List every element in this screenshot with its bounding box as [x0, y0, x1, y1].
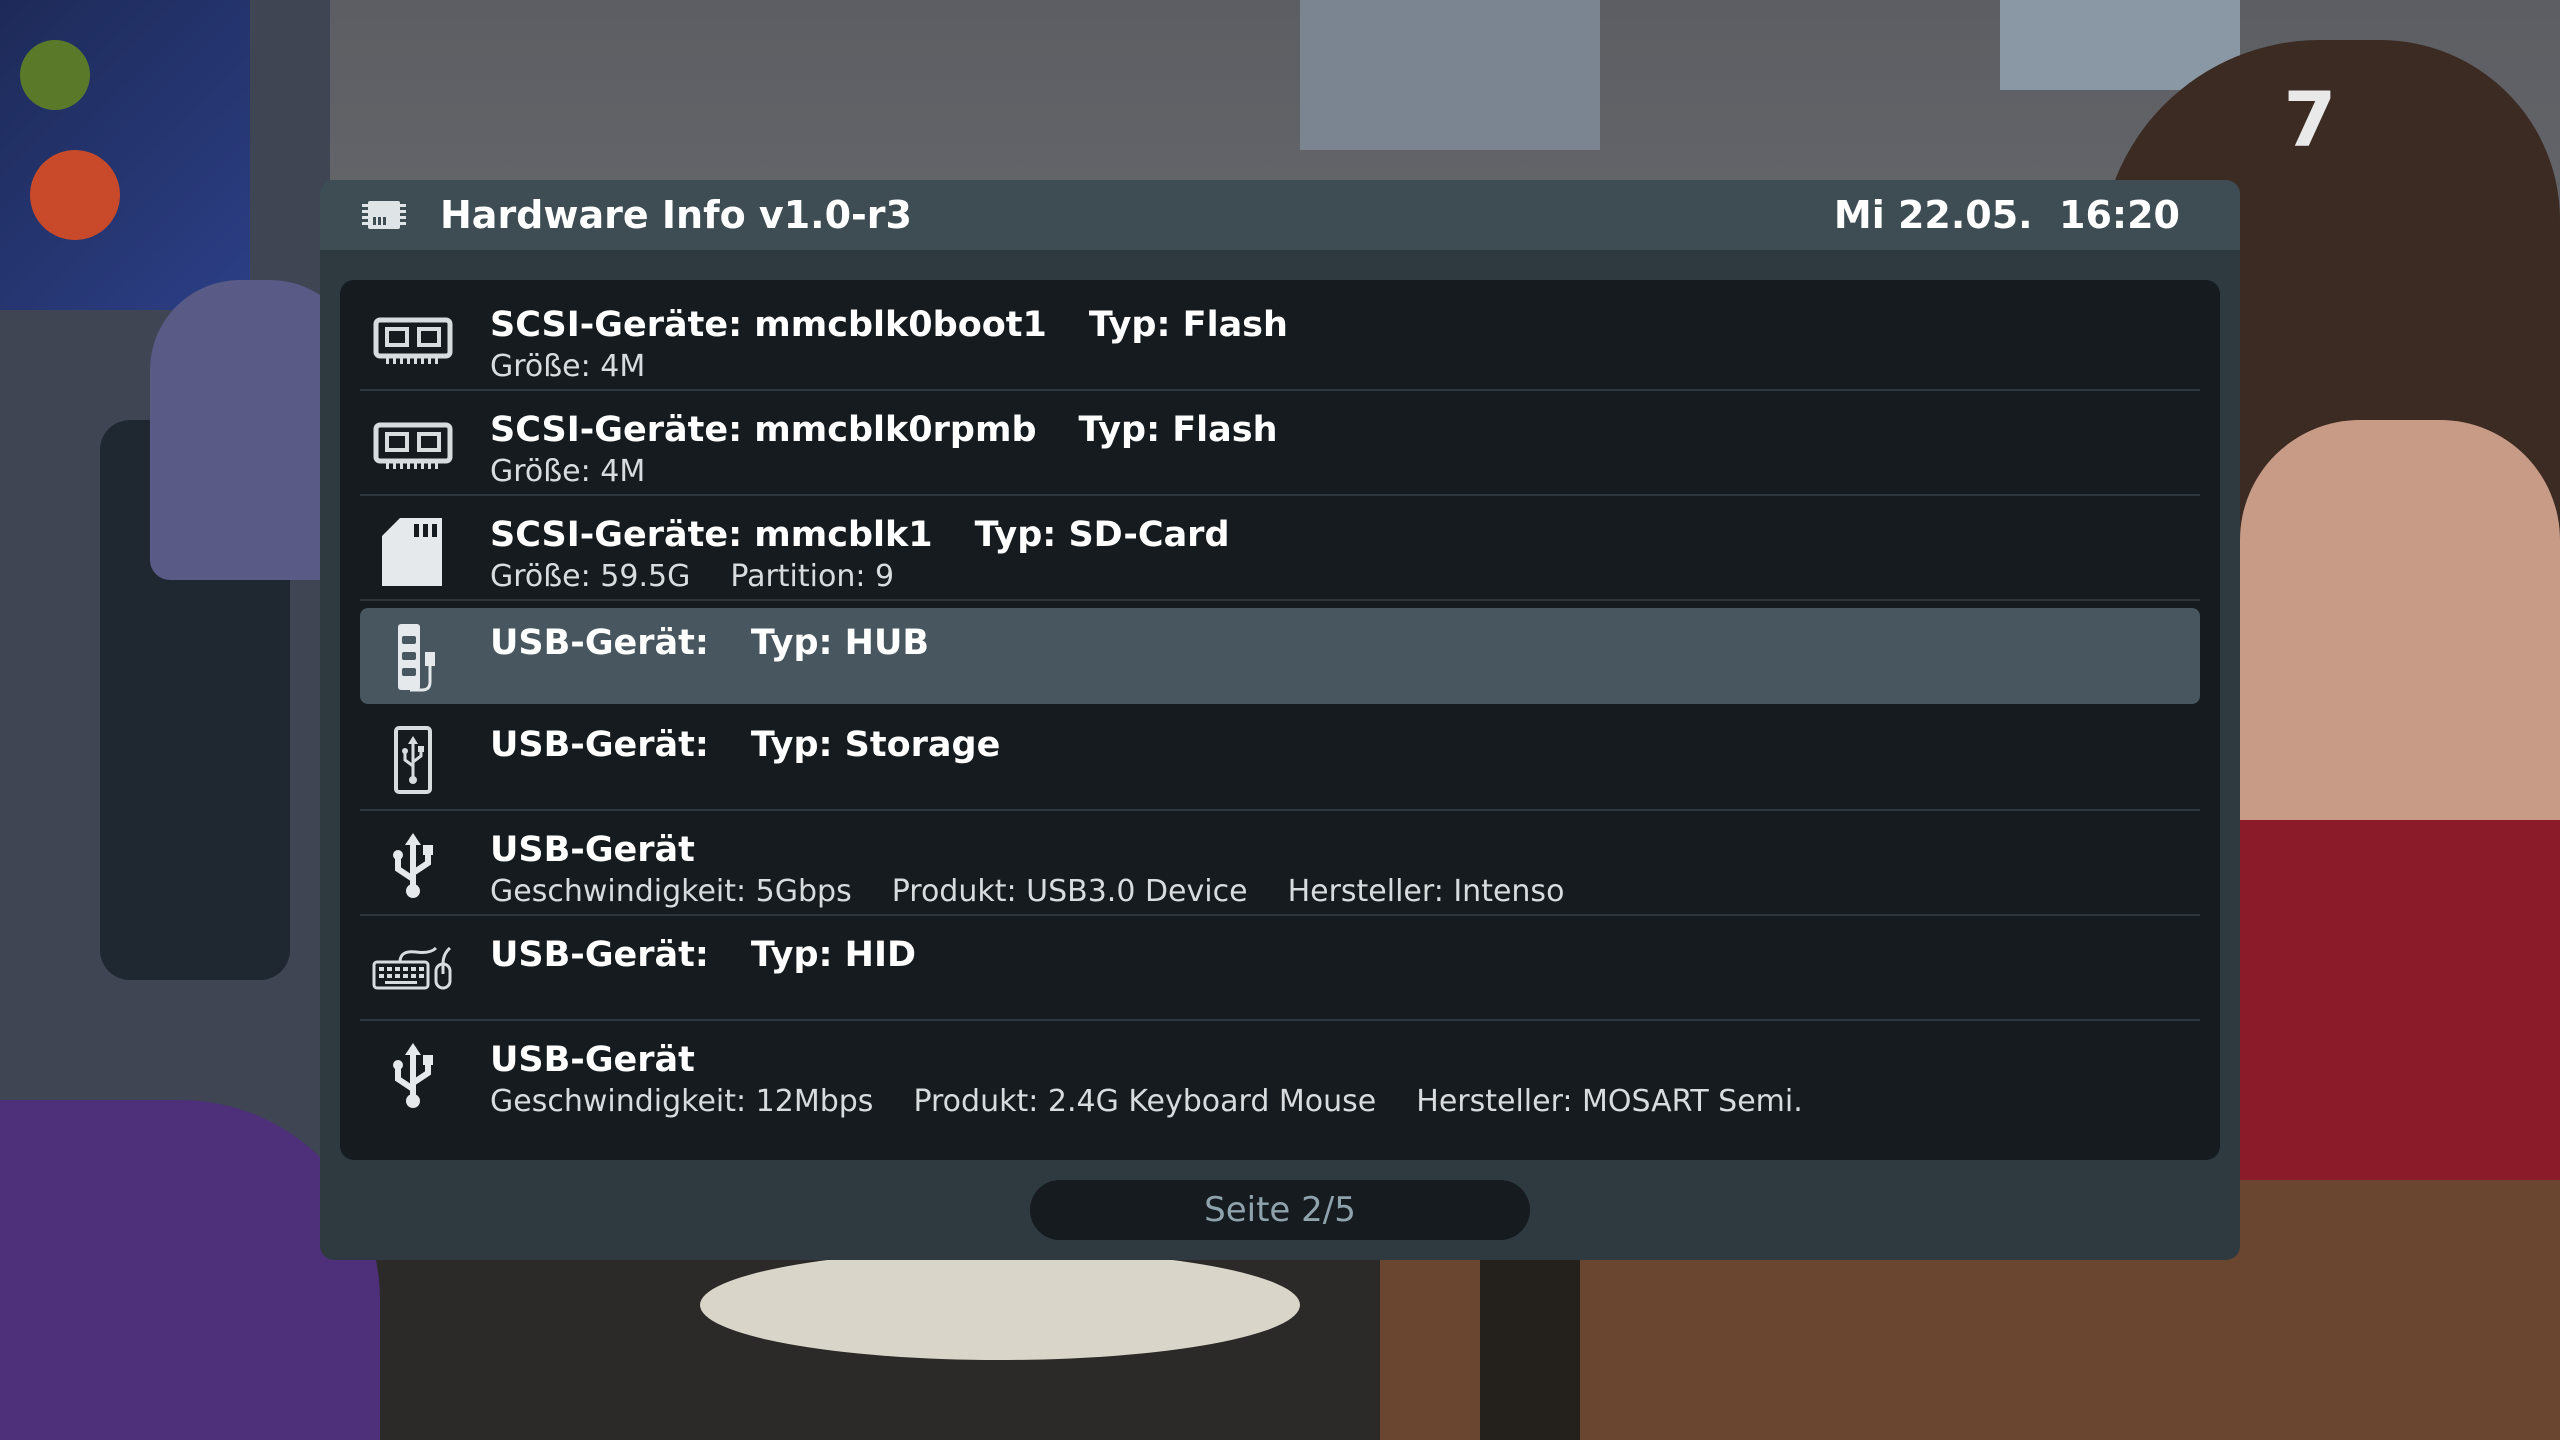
device-name: USB-Gerät: [490, 830, 695, 870]
usb-hub-icon: [370, 622, 456, 694]
usb-icon: [370, 1039, 456, 1111]
clock: Mi 22.05. 16:20: [1833, 193, 2180, 237]
hardware-info-window: Hardware Info v1.0-r3 Mi 22.05. 16:20 SC…: [320, 180, 2240, 1260]
device-list[interactable]: SCSI-Geräte: mmcblk0boot1 Typ: Flash Größ…: [340, 280, 2220, 1160]
device-name: USB-Gerät:: [490, 935, 709, 975]
device-type: Typ: HUB: [750, 623, 930, 663]
device-name: USB-Gerät: [490, 1040, 695, 1080]
device-manufacturer: Hersteller: Intenso: [1287, 874, 1565, 909]
list-item-selected[interactable]: USB-Gerät: Typ: HUB: [360, 608, 2200, 704]
list-item[interactable]: USB-Gerät Geschwindigkeit: 12Mbps Produkt…: [360, 1025, 2200, 1126]
device-partition: Partition: 9: [730, 559, 895, 594]
usb-icon: [370, 829, 456, 901]
device-product: Produkt: USB3.0 Device: [891, 874, 1248, 909]
device-name: USB-Gerät:: [490, 725, 709, 765]
list-item[interactable]: USB-Gerät: Typ: Storage: [360, 710, 2200, 811]
page-indicator: Seite 2/5: [1030, 1180, 1530, 1240]
device-type: Typ: SD-Card: [974, 515, 1230, 555]
device-size: Größe: 59.5G: [490, 559, 691, 594]
list-item[interactable]: USB-Gerät: Typ: HID: [360, 920, 2200, 1021]
device-name: SCSI-Geräte: mmcblk0boot1: [490, 305, 1047, 345]
window-title: Hardware Info v1.0-r3: [440, 193, 912, 237]
device-product: Produkt: 2.4G Keyboard Mouse: [913, 1084, 1377, 1119]
chip-icon: [362, 197, 406, 233]
usb-storage-icon: [370, 724, 456, 796]
list-item[interactable]: USB-Gerät Geschwindigkeit: 5Gbps Produkt:…: [360, 815, 2200, 916]
memory-chip-icon: [370, 409, 456, 481]
list-item[interactable]: SCSI-Geräte: mmcblk1 Typ: SD-Card Größe: …: [360, 500, 2200, 601]
device-type: Typ: Flash: [1088, 305, 1288, 345]
device-size: Größe: 4M: [490, 454, 646, 489]
channel-logo: 7: [2283, 75, 2337, 164]
device-speed: Geschwindigkeit: 12Mbps: [490, 1084, 874, 1119]
device-type: Typ: HID: [750, 935, 917, 975]
device-size: Größe: 4M: [490, 349, 646, 384]
device-type: Typ: Flash: [1078, 410, 1278, 450]
device-name: USB-Gerät:: [490, 623, 709, 663]
list-item[interactable]: SCSI-Geräte: mmcblk0rpmb Typ: Flash Größe…: [360, 395, 2200, 496]
device-speed: Geschwindigkeit: 5Gbps: [490, 874, 852, 909]
sd-card-icon: [370, 514, 456, 586]
keyboard-mouse-icon: [370, 934, 456, 1006]
device-manufacturer: Hersteller: MOSART Semi.: [1416, 1084, 1803, 1119]
memory-chip-icon: [370, 304, 456, 376]
title-bar: Hardware Info v1.0-r3 Mi 22.05. 16:20: [320, 180, 2240, 250]
device-type: Typ: Storage: [750, 725, 1001, 765]
device-name: SCSI-Geräte: mmcblk1: [490, 515, 933, 555]
device-name: SCSI-Geräte: mmcblk0rpmb: [490, 410, 1037, 450]
list-item[interactable]: SCSI-Geräte: mmcblk0boot1 Typ: Flash Größ…: [360, 290, 2200, 391]
